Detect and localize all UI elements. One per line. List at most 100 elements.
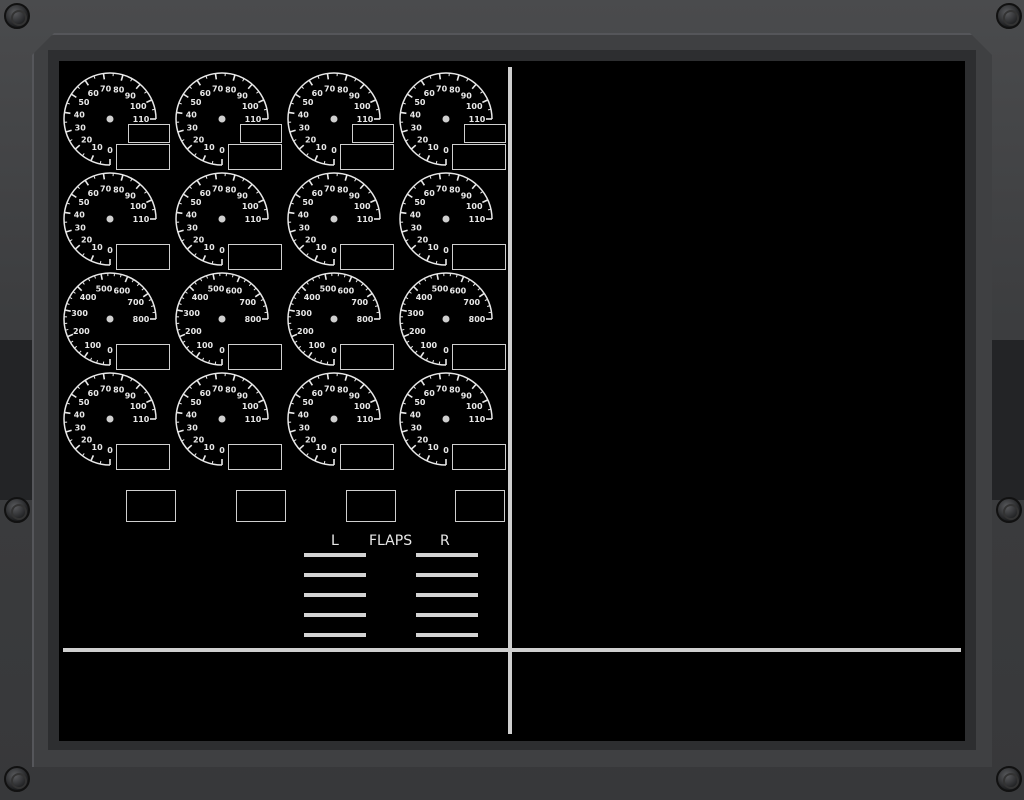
gauge-scale-label: 0 — [443, 246, 449, 255]
gauge-major-tick — [142, 292, 149, 298]
gauge-scale-label: 300 — [183, 309, 200, 318]
gauge-major-tick — [482, 399, 489, 404]
gauge-major-tick — [419, 351, 425, 358]
gauge-hub — [218, 315, 226, 323]
gauge-scale-label: 100 — [242, 402, 259, 411]
gauge-minor-tick — [402, 202, 406, 205]
gauge-major-tick — [100, 273, 103, 280]
gauge-minor-tick — [194, 453, 197, 457]
left-side-mount — [0, 340, 32, 500]
gauge-major-tick — [232, 174, 236, 181]
gauge-minor-tick — [301, 386, 304, 389]
gauge-major-tick — [65, 429, 72, 433]
gauge-minor-tick — [144, 191, 148, 194]
gauge-minor-tick — [148, 298, 152, 302]
gauge-digital-readout — [452, 244, 506, 270]
gauge-major-tick — [401, 129, 408, 133]
gauge-scale-label: 60 — [312, 389, 324, 398]
gauge-major-tick — [456, 74, 460, 81]
gauge-scale-label: 70 — [324, 384, 336, 393]
gauge-major-tick — [344, 174, 348, 181]
gauge-major-tick — [146, 199, 153, 204]
gauge-minor-tick — [401, 328, 405, 331]
gauge-major-tick — [146, 99, 153, 104]
gauge-scale-label: 40 — [410, 411, 422, 420]
gauge-minor-tick — [413, 386, 416, 389]
gauge-major-tick — [314, 455, 319, 462]
gauge-scale-label: 80 — [225, 385, 237, 394]
gauge-scale-label: 300 — [407, 309, 424, 318]
gauge-scale-label: 90 — [349, 192, 361, 201]
gauge-minor-tick — [323, 260, 326, 265]
flap-bar-left-3 — [304, 593, 366, 597]
gauge-major-tick — [83, 351, 89, 358]
gauge-minor-tick — [77, 86, 80, 89]
gauge-minor-tick — [181, 139, 185, 142]
gauge-scale-label: 100 — [466, 202, 483, 211]
gauge-major-tick — [177, 429, 184, 433]
gauge-major-tick — [426, 455, 431, 462]
gauge-minor-tick — [435, 160, 438, 165]
gauge-major-tick — [186, 444, 193, 450]
gauge-minor-tick — [141, 287, 145, 291]
gauge-major-tick — [482, 199, 489, 204]
gauge-scale-label: 80 — [113, 385, 125, 394]
gauge-scale-label: 90 — [349, 392, 361, 401]
gauge-minor-tick — [290, 102, 294, 105]
gauge-scale-label: 0 — [107, 246, 113, 255]
gauge-scale-label: 0 — [219, 146, 225, 155]
gauge-major-tick — [426, 255, 431, 262]
gauge-minor-tick — [131, 279, 135, 283]
gauge-scale-label: 30 — [187, 424, 199, 433]
gauge-scale-label: 10 — [428, 143, 440, 152]
gauge-scale-label: 40 — [186, 411, 198, 420]
gauge-scale-label: 110 — [245, 215, 262, 224]
gauge-scale-label: 0 — [107, 346, 113, 355]
gauge-scale-label: 200 — [73, 327, 90, 336]
gauge-major-tick — [438, 173, 442, 180]
gauge-scale-label: 110 — [469, 215, 486, 224]
gauge-scale-label: 10 — [92, 243, 104, 252]
gauge-scale-label: 400 — [304, 293, 321, 302]
gauge-minor-tick — [410, 345, 414, 349]
gauge-minor-tick — [296, 291, 300, 294]
gauge-minor-tick — [435, 260, 438, 265]
gauge-minor-tick — [190, 350, 194, 354]
gauge-major-tick — [344, 374, 348, 381]
gauge-major-tick — [247, 383, 253, 390]
gauge-minor-tick — [429, 175, 432, 179]
gauge-minor-tick — [178, 402, 182, 405]
gauge-scale-label: 40 — [298, 211, 310, 220]
gauge-major-tick — [124, 276, 129, 283]
gauge-scale-label: 110 — [357, 115, 374, 124]
gauge-minor-tick — [151, 208, 156, 211]
gauge-major-tick — [182, 393, 189, 399]
gauge-major-tick — [74, 444, 81, 450]
gauge-major-tick — [400, 111, 407, 115]
screw-icon — [996, 766, 1022, 792]
gauge-major-tick — [471, 83, 477, 90]
gauge-major-tick — [288, 111, 295, 115]
gauge-scale-label: 70 — [100, 184, 112, 193]
gauge-major-tick — [64, 309, 71, 312]
gauge-scale-label: 20 — [417, 435, 429, 444]
gauge-minor-tick — [293, 296, 297, 300]
gauge-scale-label: 90 — [461, 92, 473, 101]
gauge-minor-tick — [194, 153, 197, 157]
gauge-major-tick — [90, 255, 95, 262]
gauge-minor-tick — [368, 91, 372, 94]
gauge-scale-label: 70 — [212, 384, 224, 393]
gauge-minor-tick — [368, 191, 372, 194]
gauge-minor-tick — [402, 402, 406, 405]
gauge-hub — [106, 315, 114, 323]
gauge-major-tick — [307, 351, 313, 358]
gauge-minor-tick — [402, 102, 406, 105]
gauge-minor-tick — [263, 108, 268, 111]
gauge-minor-tick — [429, 375, 432, 379]
vertical-divider — [508, 67, 512, 734]
gauge-scale-label: 50 — [414, 398, 426, 407]
gauge-scale-label: 600 — [114, 286, 131, 295]
gauge-scale-label: 10 — [92, 443, 104, 452]
gauge-major-tick — [64, 111, 71, 115]
gauge-scale-label: 80 — [337, 385, 349, 394]
